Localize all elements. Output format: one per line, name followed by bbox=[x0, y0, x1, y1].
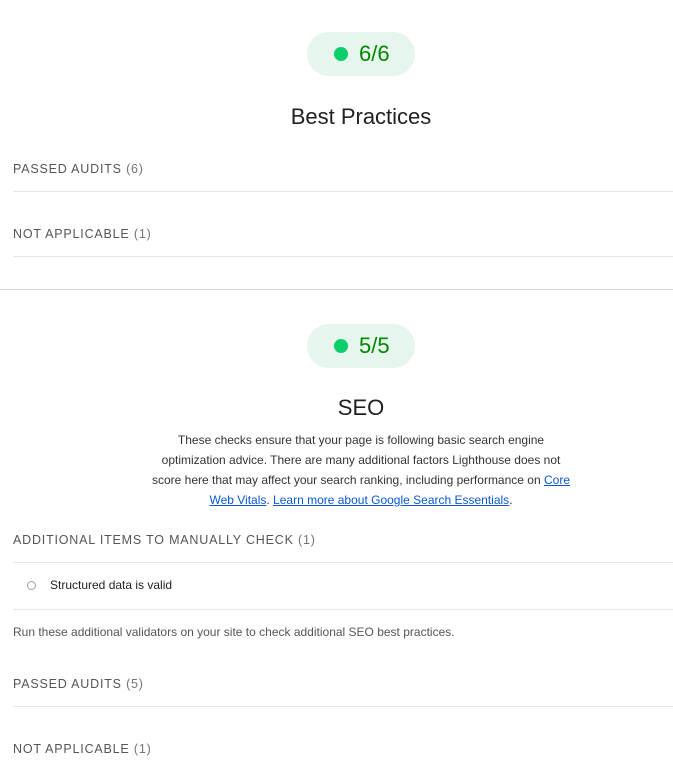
seo-description: These checks ensure that your page is fo… bbox=[150, 430, 572, 510]
manual-check-note: Run these additional validators on your … bbox=[13, 625, 455, 639]
group-label: PASSED AUDITS bbox=[13, 162, 122, 176]
passed-audits-group-header[interactable]: PASSED AUDITS (6) bbox=[13, 161, 673, 177]
passed-audits-group-header[interactable]: PASSED AUDITS (5) bbox=[13, 676, 673, 692]
audit-title: Structured data is valid bbox=[50, 578, 173, 592]
group-count: (5) bbox=[126, 677, 144, 691]
seo-score-badge: 5/5 bbox=[307, 324, 415, 368]
group-label: PASSED AUDITS bbox=[13, 677, 122, 691]
pass-indicator-icon bbox=[334, 339, 348, 353]
group-count: (1) bbox=[298, 533, 316, 547]
best-practices-score: 6/6 bbox=[359, 41, 390, 66]
group-label: ADDITIONAL ITEMS TO MANUALLY CHECK bbox=[13, 533, 294, 547]
group-count: (1) bbox=[133, 742, 152, 756]
divider bbox=[13, 256, 673, 257]
divider bbox=[13, 609, 673, 610]
audit-structured-data[interactable]: Structured data is valid bbox=[13, 574, 673, 598]
not-applicable-group-header[interactable]: NOT APPLICABLE (1) bbox=[13, 741, 673, 757]
seo-title: SEO bbox=[337, 395, 385, 420]
group-label: NOT APPLICABLE bbox=[13, 227, 130, 241]
divider bbox=[13, 191, 673, 192]
group-count: (1) bbox=[133, 227, 152, 241]
description-end: . bbox=[509, 493, 513, 507]
group-label: NOT APPLICABLE bbox=[13, 742, 130, 756]
manual-audit-icon bbox=[27, 581, 36, 590]
pass-indicator-icon bbox=[334, 47, 348, 61]
divider bbox=[13, 562, 673, 563]
divider bbox=[13, 706, 673, 707]
group-count: (6) bbox=[126, 162, 144, 176]
manual-check-group-header[interactable]: ADDITIONAL ITEMS TO MANUALLY CHECK (1) bbox=[13, 532, 673, 548]
description-text: These checks ensure that your page is fo… bbox=[151, 433, 561, 487]
best-practices-score-badge: 6/6 bbox=[307, 32, 415, 76]
search-essentials-link[interactable]: Learn more about Google Search Essential… bbox=[273, 493, 509, 507]
not-applicable-group-header[interactable]: NOT APPLICABLE (1) bbox=[13, 226, 673, 242]
best-practices-title: Best Practices bbox=[290, 104, 432, 129]
category-separator bbox=[0, 289, 673, 290]
seo-score: 5/5 bbox=[359, 333, 390, 358]
